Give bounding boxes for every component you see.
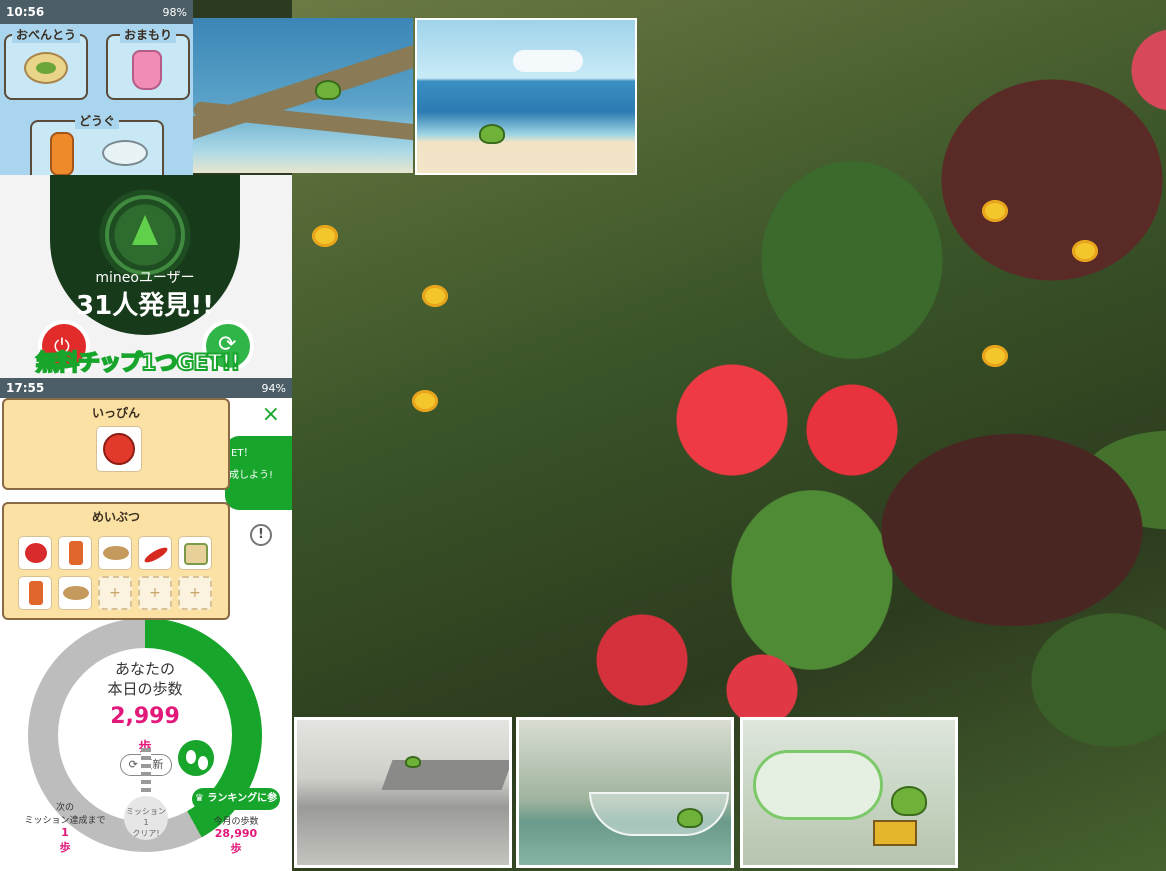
pill-line1: ET！ bbox=[231, 448, 254, 459]
omamori-icon bbox=[132, 50, 162, 90]
box-icon bbox=[873, 820, 917, 846]
items-screen: 10:56 98% おべんとう おまもり どうぐ bbox=[0, 0, 193, 188]
pill-line2: 成しよう! bbox=[229, 470, 274, 481]
found-count: 31人発見!! bbox=[76, 291, 214, 321]
flower-center bbox=[982, 200, 1008, 222]
can-icon bbox=[69, 541, 83, 565]
mission-badge: ミッション1 クリア! bbox=[124, 796, 168, 840]
ippin-title: いっぴん bbox=[91, 406, 140, 420]
flower-center bbox=[1072, 240, 1098, 262]
status-time: 10:56 bbox=[6, 5, 45, 19]
scene-frog-beach bbox=[415, 18, 637, 175]
meibutsu-item-can[interactable] bbox=[58, 536, 92, 570]
meibutsu-item-pepper[interactable] bbox=[138, 536, 172, 570]
omamori-label: おまもり bbox=[119, 26, 177, 43]
can-icon bbox=[29, 581, 43, 605]
empty-slot[interactable]: + bbox=[98, 576, 132, 610]
bottle-icon bbox=[50, 132, 74, 176]
radar: mineoユーザー 31人発見!! bbox=[50, 175, 240, 335]
frog-icon bbox=[315, 80, 341, 100]
today-steps-value: 2,999 bbox=[110, 704, 180, 729]
mission-badge-line1: ミッション1 bbox=[126, 807, 166, 827]
gauge-line2: 本日の歩数 bbox=[107, 680, 183, 698]
bento-slot[interactable]: おべんとう bbox=[4, 26, 88, 100]
flower-center bbox=[422, 285, 448, 307]
battery-level: 98% bbox=[162, 5, 187, 19]
bento-icon bbox=[24, 52, 68, 84]
steps-screen: 17:55 94% × ET！ 成しよう! ! あなたの 本日の歩数 2,999… bbox=[0, 378, 292, 871]
omamori-slot[interactable]: おまもり bbox=[106, 26, 190, 100]
daruma-icon bbox=[103, 433, 135, 465]
free-chip-banner: 無料チップ1つGET!! bbox=[35, 350, 241, 377]
monthly-value: 28,990 bbox=[214, 827, 258, 840]
flower-center bbox=[412, 390, 438, 412]
empty-slot[interactable]: + bbox=[138, 576, 172, 610]
status-bar: 10:56 98% bbox=[0, 0, 193, 24]
meibutsu-title: めいぶつ bbox=[91, 510, 140, 524]
bread-icon bbox=[63, 586, 89, 600]
next-mission-line2: ミッション達成まで bbox=[24, 816, 106, 826]
next-mission-unit: 歩 bbox=[59, 841, 71, 854]
close-button[interactable]: × bbox=[262, 402, 280, 427]
bento-label: おべんとう bbox=[11, 26, 81, 43]
meibutsu-card: めいぶつ + + + bbox=[2, 502, 230, 620]
next-mission-line1: 次の bbox=[55, 803, 74, 813]
radar-user-label: mineoユーザー bbox=[95, 270, 195, 286]
monthly-unit: 歩 bbox=[230, 842, 242, 855]
glass-bowl bbox=[589, 792, 729, 836]
monthly-steps: 今月の歩数 28,990 歩 bbox=[196, 814, 276, 856]
bread-icon bbox=[103, 546, 129, 560]
direction-arrow-icon bbox=[132, 215, 158, 245]
ranking-button[interactable]: ♛ ランキングに参加 bbox=[192, 788, 280, 826]
footprints-icon bbox=[176, 738, 216, 778]
scene-frog-stairs bbox=[294, 717, 512, 868]
meibutsu-item-can2[interactable] bbox=[18, 576, 52, 610]
flower-center bbox=[312, 225, 338, 247]
meibutsu-item-apple[interactable] bbox=[18, 536, 52, 570]
meibutsu-item-bread[interactable] bbox=[98, 536, 132, 570]
stair-step bbox=[381, 760, 509, 790]
pepper-icon bbox=[142, 545, 170, 565]
meibutsu-item-bento[interactable] bbox=[178, 536, 212, 570]
frog-icon bbox=[677, 808, 703, 828]
mission-chain bbox=[141, 748, 151, 796]
ippin-item[interactable] bbox=[96, 426, 142, 472]
next-mission: 次の ミッション達成まで 1 歩 bbox=[20, 800, 110, 855]
apple-icon bbox=[25, 543, 47, 563]
flower-center bbox=[982, 345, 1008, 367]
cloud bbox=[513, 50, 583, 72]
empty-slot[interactable]: + bbox=[178, 576, 212, 610]
frog-icon bbox=[891, 786, 927, 816]
battery-level: 94% bbox=[261, 381, 286, 395]
dougu-label: どうぐ bbox=[74, 112, 120, 129]
meibutsu-item-bread2[interactable] bbox=[58, 576, 92, 610]
bowl-icon bbox=[102, 140, 148, 166]
ippin-card: いっぴん bbox=[2, 398, 230, 490]
status-time: 17:55 bbox=[6, 381, 45, 395]
status-bar: 17:55 94% bbox=[0, 378, 292, 398]
frog-icon bbox=[479, 124, 505, 144]
next-mission-value: 1 bbox=[61, 826, 69, 839]
radar-screen: mineoユーザー 31人発見!! ⏻ ⟳ 無料チップ1つGET!! bbox=[0, 175, 292, 380]
scene-frog-branch bbox=[193, 18, 413, 173]
box-icon bbox=[184, 543, 208, 565]
monthly-label: 今月の歩数 bbox=[213, 817, 259, 827]
mission-badge-line2: クリア! bbox=[132, 829, 160, 838]
info-icon[interactable]: ! bbox=[250, 524, 272, 546]
gauge-line1: あなたの bbox=[114, 660, 175, 678]
scene-frog-bowl bbox=[516, 717, 734, 868]
hot-spring bbox=[753, 750, 883, 820]
mission-pill[interactable]: ET！ 成しよう! bbox=[225, 436, 292, 510]
scene-frog-onsen bbox=[740, 717, 958, 868]
frog-icon bbox=[405, 756, 421, 768]
